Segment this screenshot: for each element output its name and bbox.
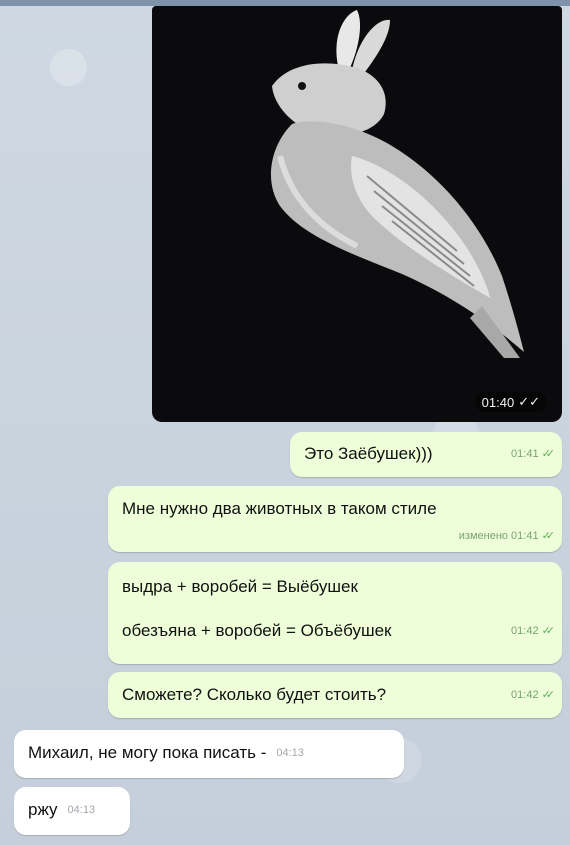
message-meta: 04:13 [68,799,96,821]
message-text: Мне нужно два животных в таком стиле [122,499,437,518]
message-time: 04:13 [276,747,304,759]
double-check-icon: ✓✓ [541,448,556,460]
double-check-icon: ✓✓ [541,689,556,701]
message-meta: 04:13 [276,742,304,764]
photo-message[interactable]: 01:40 ✓✓ [152,6,562,422]
message-bubble-outgoing[interactable]: Это Заёбушек))) 01:41 ✓✓ [290,432,562,477]
message-text: Сможете? Сколько будет стоить? [122,685,387,704]
message-time: 01:42 [511,625,539,637]
message-text-line: обезъяна + воробей = Объёбушек [122,621,392,640]
hare-bird-drawing [270,10,524,358]
double-check-icon: ✓✓ [541,625,556,637]
message-bubble-outgoing[interactable]: выдра + воробей = Выёбушек обезъяна + во… [108,562,562,664]
message-meta: изменено 01:41 ✓✓ [458,525,556,547]
photo-time: 01:40 [481,394,515,410]
message-bubble-incoming[interactable]: Михаил, не могу пока писать - 04:13 [14,730,404,778]
message-bubble-outgoing[interactable]: Мне нужно два животных в таком стиле изм… [108,486,562,552]
message-meta: 01:42 ✓✓ [511,684,556,706]
message-time: 01:42 [511,689,539,701]
message-text-line: выдра + воробей = Выёбушек [122,577,358,596]
message-text: ржу [28,800,58,819]
double-check-icon: ✓✓ [541,530,556,542]
message-bubble-outgoing[interactable]: Сможете? Сколько будет стоить? 01:42 ✓✓ [108,672,562,718]
photo-timestamp: 01:40 ✓✓ [475,392,546,412]
message-meta: 01:41 ✓✓ [511,443,556,465]
double-check-icon: ✓✓ [518,394,540,409]
message-time: 04:13 [67,804,96,816]
message-time: 01:41 [511,530,539,542]
message-text: Это Заёбушек))) [304,444,433,463]
message-text: Михаил, не могу пока писать - [28,743,267,762]
message-meta: 01:42 ✓✓ [511,620,556,642]
edited-label: изменено [458,530,509,542]
message-bubble-incoming[interactable]: ржу 04:13 [14,787,130,835]
message-time: 01:41 [511,448,539,460]
